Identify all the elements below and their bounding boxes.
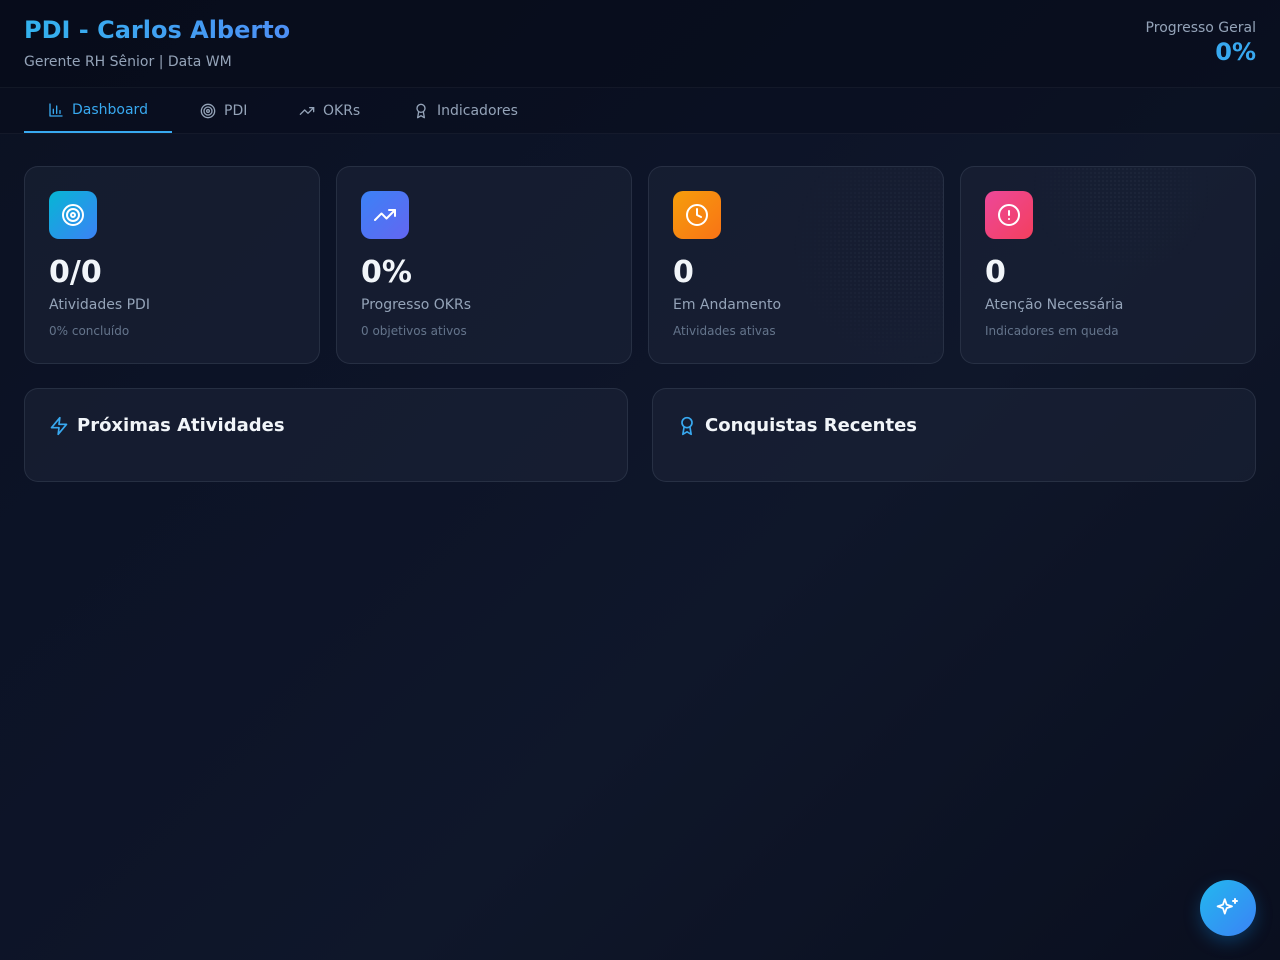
stat-card-okr-progress: 0% Progresso OKRs 0 objetivos ativos — [336, 166, 632, 364]
award-icon — [416, 103, 426, 118]
alert-circle-icon — [998, 204, 1020, 226]
trending-up-icon — [374, 209, 396, 221]
overall-progress-value: 0% — [1215, 38, 1256, 66]
overall-progress-label: Progresso Geral — [1145, 20, 1256, 36]
stat-value: 0 — [985, 255, 1006, 290]
sparkles-icon — [1216, 898, 1238, 915]
decorative-pattern — [1021, 167, 1221, 287]
stat-value: 0% — [361, 255, 412, 290]
stat-label: Atividades PDI — [49, 297, 150, 313]
tab-indicadores[interactable]: Indicadores — [413, 88, 518, 133]
stat-label: Em Andamento — [673, 297, 782, 313]
stat-card-attention-needed: 0 Atenção Necessária Indicadores em qued… — [960, 166, 1256, 364]
clock-icon — [686, 204, 708, 226]
panel-recent-achievements: Conquistas Recentes — [652, 388, 1256, 482]
tab-label: Indicadores — [437, 102, 518, 119]
tab-pdi[interactable]: PDI — [200, 88, 247, 133]
stat-icon-badge — [985, 191, 1033, 239]
award-icon — [681, 416, 693, 435]
panel-title-text: Conquistas Recentes — [705, 415, 917, 436]
tab-label: PDI — [224, 102, 248, 119]
page-header: PDI - Carlos Alberto Gerente RH Sênior |… — [0, 0, 1280, 88]
tab-label: Dashboard — [72, 101, 148, 118]
stat-card-in-progress: 0 Em Andamento Atividades ativas — [648, 166, 944, 364]
tab-label: OKRs — [323, 102, 361, 119]
stat-card-pdi-activities: 0/0 Atividades PDI 0% concluído — [24, 166, 320, 364]
decorative-pattern — [789, 167, 943, 363]
ai-assistant-button[interactable] — [1200, 880, 1256, 936]
panel-title-text: Próximas Atividades — [77, 415, 285, 436]
stat-icon-badge — [361, 191, 409, 239]
panel-title: Conquistas Recentes — [677, 415, 917, 436]
stat-icon-badge — [673, 191, 721, 239]
stat-value: 0/0 — [49, 255, 102, 290]
panel-upcoming-activities: Próximas Atividades — [24, 388, 628, 482]
stat-value: 0 — [673, 255, 694, 290]
main-nav: Dashboard PDI OKRs Indicadores — [0, 88, 1280, 134]
stat-sublabel: 0 objetivos ativos — [361, 324, 467, 338]
trending-up-icon — [299, 106, 315, 115]
stat-sublabel: Atividades ativas — [673, 324, 776, 338]
target-icon — [200, 103, 216, 118]
tab-dashboard[interactable]: Dashboard — [24, 88, 172, 133]
page-subtitle: Gerente RH Sênior | Data WM — [24, 54, 232, 70]
stat-sublabel: 0% concluído — [49, 324, 130, 338]
stat-sublabel: Indicadores em queda — [985, 324, 1119, 338]
page-title: PDI - Carlos Alberto — [24, 16, 291, 44]
stat-icon-badge — [49, 191, 97, 239]
stat-label: Atenção Necessária — [985, 297, 1124, 313]
zap-icon — [50, 416, 68, 435]
tab-okrs[interactable]: OKRs — [299, 88, 360, 133]
panel-title: Próximas Atividades — [49, 415, 285, 436]
target-icon — [62, 204, 84, 226]
stat-label: Progresso OKRs — [361, 297, 471, 313]
bar-chart-icon — [49, 102, 63, 117]
